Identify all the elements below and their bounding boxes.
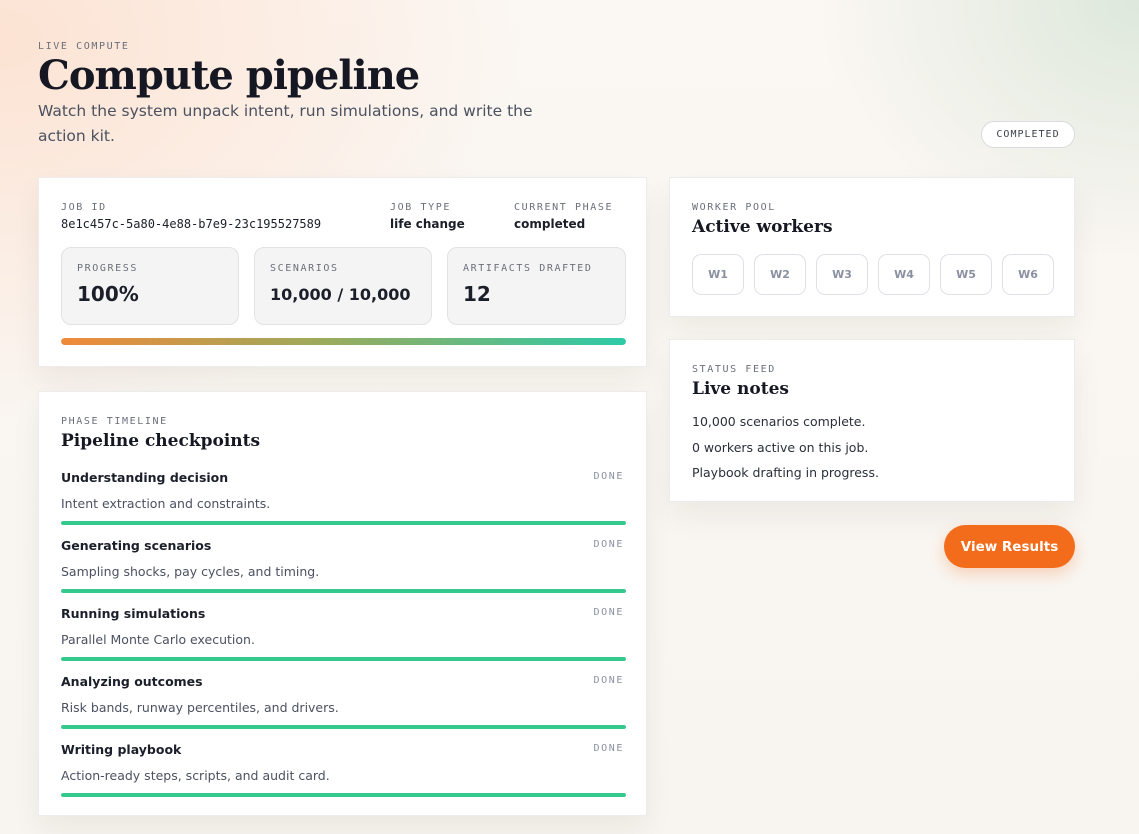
phase-status: DONE: [593, 607, 624, 618]
phase-progress-fill: [61, 725, 626, 729]
view-results-button[interactable]: View Results: [944, 525, 1075, 568]
phase-writing-playbook: Writing playbook DONE Action-ready steps…: [61, 742, 626, 804]
worker-w2[interactable]: W2: [754, 254, 806, 295]
timeline-eyebrow: PHASE TIMELINE: [61, 416, 168, 427]
phase-progress-fill: [61, 657, 626, 661]
phase-description: Risk bands, runway percentiles, and driv…: [61, 700, 339, 715]
phase-name: Running simulations: [61, 606, 206, 621]
phase-description: Intent extraction and constraints.: [61, 496, 271, 511]
phase-progress-fill: [61, 589, 626, 593]
page-subtitle: Watch the system unpack intent, run simu…: [38, 102, 533, 145]
worker-w6[interactable]: W6: [1002, 254, 1054, 295]
timeline-title: Pipeline checkpoints: [61, 431, 261, 451]
phase-progress-bar: [61, 589, 626, 593]
phase-progress-bar: [61, 725, 626, 729]
feed-line: Playbook drafting in progress.: [692, 465, 879, 480]
worker-w3[interactable]: W3: [816, 254, 868, 295]
phase-name: Understanding decision: [61, 470, 229, 485]
job-card: JOB ID 8e1c457c-5a80-4e88-b7e9-23c195527…: [38, 177, 647, 367]
phase-analyzing-outcomes: Analyzing outcomes DONE Risk bands, runw…: [61, 674, 626, 736]
phase-understanding-decision: Understanding decision DONE Intent extra…: [61, 470, 626, 532]
status-badge: COMPLETED: [981, 121, 1075, 148]
progress-stat: PROGRESS 100%: [61, 247, 239, 325]
phase-progress-bar: [61, 793, 626, 797]
phase-description: Action-ready steps, scripts, and audit c…: [61, 768, 330, 783]
phase-progress-fill: [61, 521, 626, 525]
job-id-label: JOB ID: [61, 202, 107, 213]
feed-title: Live notes: [692, 379, 789, 399]
phase-status: DONE: [593, 743, 624, 754]
progress-bar: [61, 338, 626, 345]
phase-status: DONE: [593, 539, 624, 550]
artifacts-stat: ARTIFACTS DRAFTED 12: [447, 247, 626, 325]
scenarios-value: 10,000 / 10,000: [270, 285, 411, 304]
phase-status: DONE: [593, 471, 624, 482]
phase-name: Writing playbook: [61, 742, 182, 757]
current-phase-label: CURRENT PHASE: [514, 202, 614, 213]
phase-name: Analyzing outcomes: [61, 674, 203, 689]
progress-bar-fill: [61, 338, 626, 345]
job-id-block: JOB ID 8e1c457c-5a80-4e88-b7e9-23c195527…: [61, 202, 321, 231]
job-id-value: 8e1c457c-5a80-4e88-b7e9-23c195527589: [61, 217, 322, 231]
artifacts-value: 12: [463, 282, 491, 306]
phase-progress-bar: [61, 521, 626, 525]
scenarios-label: SCENARIOS: [270, 263, 339, 274]
phase-description: Sampling shocks, pay cycles, and timing.: [61, 564, 320, 579]
feed-line: 0 workers active on this job.: [692, 440, 869, 455]
phase-running-simulations: Running simulations DONE Parallel Monte …: [61, 606, 626, 668]
phase-description: Parallel Monte Carlo execution.: [61, 632, 255, 647]
feed-eyebrow: STATUS FEED: [692, 364, 776, 375]
status-feed-card: STATUS FEED Live notes 10,000 scenarios …: [669, 339, 1075, 502]
current-phase-value: completed: [514, 217, 586, 231]
job-type-label: JOB TYPE: [390, 202, 451, 213]
progress-label: PROGRESS: [77, 263, 138, 274]
worker-w1[interactable]: W1: [692, 254, 744, 295]
workers-card: WORKER POOL Active workers W1 W2 W3 W4 W…: [669, 177, 1075, 317]
page-title: Compute pipeline: [38, 52, 420, 99]
worker-w4[interactable]: W4: [878, 254, 930, 295]
phase-name: Generating scenarios: [61, 538, 212, 553]
scenarios-stat: SCENARIOS 10,000 / 10,000: [254, 247, 432, 325]
feed-line: 10,000 scenarios complete.: [692, 414, 866, 429]
phase-status: DONE: [593, 675, 624, 686]
phase-progress-fill: [61, 793, 626, 797]
job-type-value: life change: [390, 217, 465, 231]
phase-generating-scenarios: Generating scenarios DONE Sampling shock…: [61, 538, 626, 600]
phase-progress-bar: [61, 657, 626, 661]
job-type-block: JOB TYPE life change: [390, 202, 465, 231]
artifacts-label: ARTIFACTS DRAFTED: [463, 263, 593, 274]
progress-value: 100%: [77, 282, 139, 306]
header-eyebrow: LIVE COMPUTE: [38, 41, 130, 52]
timeline-card: PHASE TIMELINE Pipeline checkpoints Unde…: [38, 391, 647, 816]
worker-w5[interactable]: W5: [940, 254, 992, 295]
workers-title: Active workers: [692, 217, 833, 237]
current-phase-block: CURRENT PHASE completed: [514, 202, 613, 231]
workers-eyebrow: WORKER POOL: [692, 202, 776, 213]
